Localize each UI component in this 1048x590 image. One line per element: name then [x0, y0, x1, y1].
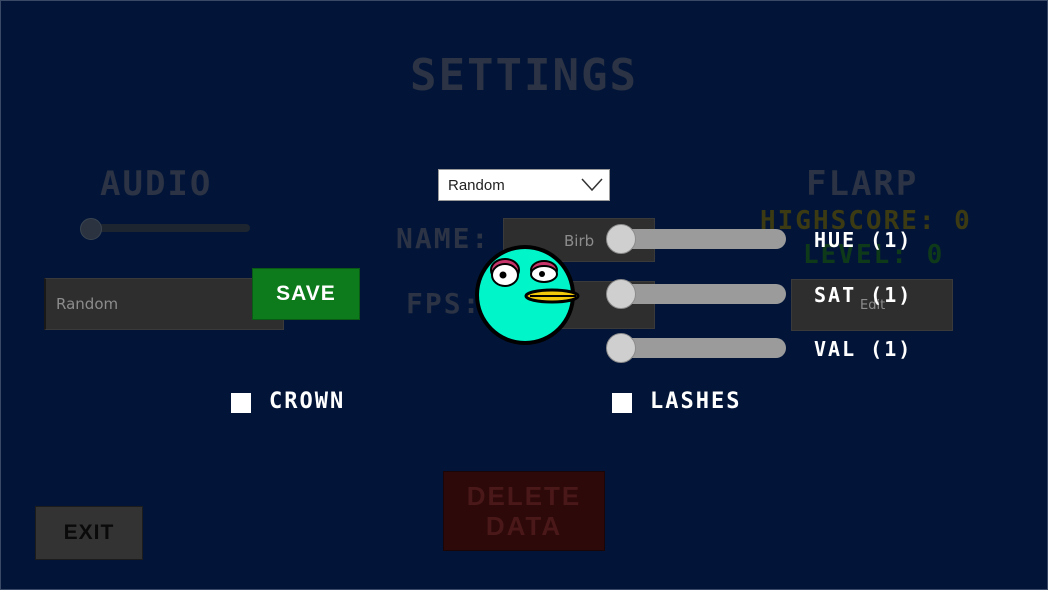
value-slider-track — [620, 338, 786, 358]
hue-slider-track — [620, 229, 786, 249]
crown-checkbox[interactable] — [231, 393, 251, 413]
delete-label-line1: DELETE — [466, 481, 582, 511]
mode-dropdown[interactable]: Random — [438, 169, 610, 201]
hue-slider[interactable] — [606, 224, 786, 254]
chevron-down-icon — [581, 178, 603, 192]
saturation-slider-track — [620, 284, 786, 304]
saturation-label: SAT (1) — [814, 283, 913, 307]
saturation-slider[interactable] — [606, 279, 786, 309]
save-button[interactable]: SAVE — [252, 268, 360, 320]
audio-slider-track — [88, 224, 250, 232]
dropdown-selected-value: Random — [448, 177, 505, 194]
lashes-label: LASHES — [650, 389, 742, 414]
value-slider-knob[interactable] — [606, 333, 636, 363]
audio-heading: AUDIO — [100, 164, 213, 204]
flarp-heading: FLARP — [806, 164, 919, 204]
fps-label: FPS: — [406, 287, 482, 320]
value-label: VAL (1) — [814, 337, 913, 361]
seed-input[interactable]: Random — [44, 278, 284, 330]
delete-label-line2: DATA — [485, 511, 563, 541]
saturation-slider-knob[interactable] — [606, 279, 636, 309]
delete-data-button[interactable]: DELETE DATA — [443, 471, 605, 551]
lashes-checkbox[interactable] — [612, 393, 632, 413]
exit-button[interactable]: EXIT — [35, 506, 143, 560]
hue-slider-knob[interactable] — [606, 224, 636, 254]
hue-label: HUE (1) — [814, 228, 913, 252]
value-slider[interactable] — [606, 333, 786, 363]
audio-volume-slider[interactable] — [80, 218, 252, 240]
bird-preview — [475, 245, 580, 345]
audio-slider-knob[interactable] — [80, 218, 102, 240]
page-title: SETTINGS — [410, 50, 638, 101]
crown-label: CROWN — [269, 389, 346, 414]
